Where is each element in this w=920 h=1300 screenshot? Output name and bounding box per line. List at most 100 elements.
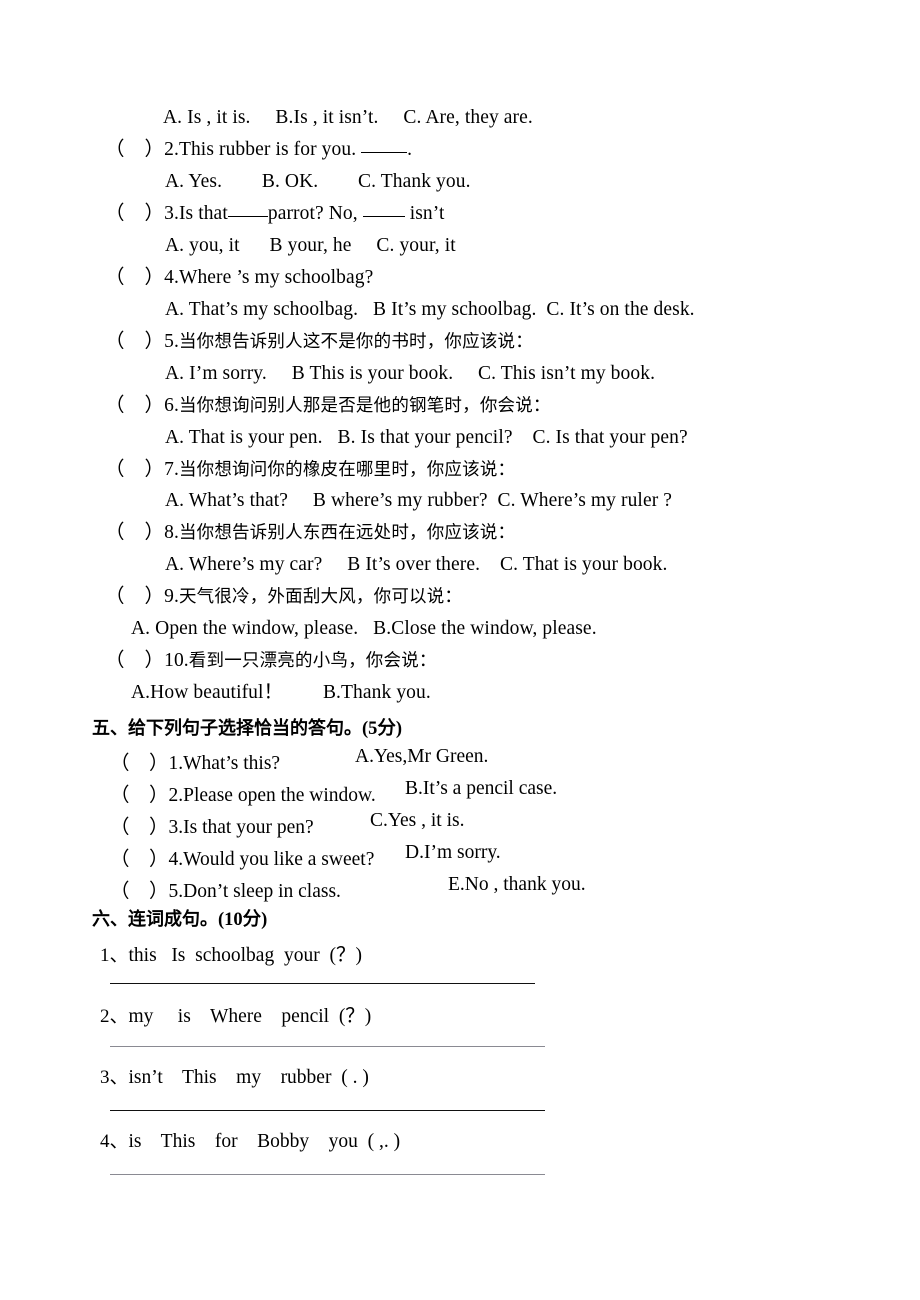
question-5-options: A. I’m sorry. B This is your book. C. Th… (165, 363, 656, 384)
question-6-stem: （ ）6.当你想询问别人那是否是他的钢笔时，你会说： (105, 395, 551, 417)
answer-blank[interactable] (361, 152, 408, 153)
answer-bracket[interactable]: （ ） (105, 651, 164, 671)
question-number: 2. (164, 139, 179, 160)
question-number: 4. (164, 267, 179, 288)
answer-blank[interactable] (227, 216, 268, 217)
question-8-stem: （ ）8.当你想告诉别人东西在远处时，你应该说： (105, 522, 516, 544)
question-6-options: A. That is your pen. B. Is that your pen… (165, 427, 688, 448)
question-8-options: A. Where’s my car? B It’s over there. C.… (165, 554, 668, 575)
question-text-b: parrot? No, (267, 203, 363, 224)
question-number: 6. (164, 395, 179, 416)
match-row-2-answer: B.It’s a pencil case. (405, 778, 558, 799)
question-4-stem: （ ）4.Where ’s my schoolbag? (105, 268, 373, 288)
word-order-item-3: 3、isn’t This my rubber ( . ) (100, 1062, 369, 1089)
answer-bracket[interactable]: （ ） (110, 810, 169, 839)
word-order-item-1: 1、this Is schoolbag your (？) (100, 938, 362, 967)
answer-bracket[interactable]: （ ） (110, 778, 169, 807)
answer-bracket[interactable]: （ ） (110, 874, 169, 903)
question-number: 3. (164, 203, 179, 224)
match-row-5-answer: E.No , thank you. (448, 874, 586, 895)
question-2-options: A. Yes. B. OK. C. Thank you. (165, 171, 471, 192)
question-text: This rubber is for you. (178, 139, 362, 160)
item-number: 3、 (100, 1067, 129, 1088)
match-row-3-stem: （ ）3.Is that your pen? (110, 810, 314, 839)
match-row-5-stem: （ ）5.Don’t sleep in class. (110, 874, 341, 903)
question-text: Where ’s my schoolbag? (178, 267, 374, 288)
question-text-cn: 当你想询问你的橡皮在哪里时，你应该说： (178, 460, 516, 480)
question-number: 3. (168, 817, 184, 838)
question-2-stem: （ ）2.This rubber is for you. . (105, 140, 412, 160)
section-six-heading: 六、连词成句。(10分) (92, 905, 267, 931)
answer-line-3[interactable] (110, 1110, 545, 1111)
question-number: 4. (168, 849, 184, 870)
question-text: Please open the window. (183, 785, 376, 806)
question-number: 8. (164, 522, 179, 543)
question-5-stem: （ ）5.当你想告诉别人这不是你的书时，你应该说： (105, 331, 533, 353)
item-number: 4、 (100, 1131, 129, 1152)
answer-bracket[interactable]: （ ） (105, 332, 164, 352)
scrambled-words: is This for Bobby you ( ,. ) (128, 1131, 401, 1152)
match-row-4-answer: D.I’m sorry. (405, 842, 501, 863)
section-five-heading: 五、给下列句子选择恰当的答句。(5分) (92, 714, 402, 740)
question-1-options: A. Is , it is. B.Is , it isn’t. C. Are, … (163, 107, 533, 128)
answer-bracket[interactable]: （ ） (105, 460, 164, 480)
question-number: 9. (164, 586, 179, 607)
word-order-item-2: 2、my is Where pencil (？) (100, 999, 371, 1028)
section-six-heading-cn: 六、连词成句。 (92, 909, 218, 930)
question-10-stem: （ ）10.看到一只漂亮的小鸟，你会说： (105, 650, 437, 672)
question-3-stem: （ ）3.Is that parrot? No, isn’t (105, 204, 445, 224)
answer-line-1[interactable] (110, 983, 535, 984)
word-order-item-4: 4、is This for Bobby you ( ,. ) (100, 1126, 400, 1153)
section-six-score: (10分) (218, 910, 268, 930)
question-text-cn: 当你想告诉别人东西在远处时，你应该说： (178, 523, 516, 543)
section-five-heading-cn: 五、给下列句子选择恰当的答句。 (92, 718, 362, 739)
answer-line-4[interactable] (110, 1174, 545, 1175)
question-4-options: A. That’s my schoolbag. B It’s my school… (165, 299, 695, 320)
item-number: 1、 (100, 945, 129, 966)
question-number: 1. (168, 753, 184, 774)
question-text: Don’t sleep in class. (183, 881, 341, 902)
answer-bracket[interactable]: （ ） (105, 396, 164, 416)
match-row-3-answer: C.Yes , it is. (370, 810, 465, 831)
question-number: 5. (164, 331, 179, 352)
question-10-options: A.How beautiful！ B.Thank you. (131, 682, 431, 703)
answer-bracket[interactable]: （ ） (110, 746, 169, 775)
question-3-options: A. you, it B your, he C. your, it (165, 235, 456, 256)
question-number: 7. (164, 459, 179, 480)
answer-line-2[interactable] (110, 1046, 545, 1047)
match-row-1-answer: A.Yes,Mr Green. (355, 746, 489, 767)
scrambled-words: isn’t This my rubber ( . ) (128, 1067, 369, 1088)
item-number: 2、 (100, 1006, 129, 1027)
question-9-stem: （ ）9.天气很冷，外面刮大风，你可以说： (105, 586, 463, 608)
answer-bracket[interactable]: （ ） (105, 140, 164, 160)
scrambled-words: this Is schoolbag your (？) (128, 945, 362, 966)
answer-bracket[interactable]: （ ） (105, 268, 164, 288)
question-7-options: A. What’s that? B where’s my rubber? C. … (165, 490, 673, 511)
section-five-score: (5分) (362, 719, 403, 739)
question-number: 2. (168, 785, 184, 806)
answer-blank[interactable] (362, 216, 405, 217)
question-9-options: A. Open the window, please. B.Close the … (131, 618, 597, 639)
question-text: What’s this? (183, 753, 281, 774)
question-text: Would you like a sweet? (183, 849, 375, 870)
answer-bracket[interactable]: （ ） (105, 204, 164, 224)
question-text-cn: 当你想告诉别人这不是你的书时，你应该说： (178, 332, 533, 352)
question-text-a: Is that (178, 203, 228, 224)
question-text-tail: . (407, 139, 413, 160)
scrambled-words: my is Where pencil (？) (128, 1006, 372, 1027)
match-row-4-stem: （ ）4.Would you like a sweet? (110, 842, 374, 871)
answer-bracket[interactable]: （ ） (105, 523, 164, 543)
question-text-cn: 天气很冷，外面刮大风，你可以说： (178, 587, 463, 607)
question-text-cn: 看到一只漂亮的小鸟，你会说： (188, 651, 437, 671)
match-row-1-stem: （ ）1.What’s this? (110, 746, 280, 775)
question-number: 5. (168, 881, 184, 902)
answer-bracket[interactable]: （ ） (105, 587, 164, 607)
match-row-2-stem: （ ）2.Please open the window. (110, 778, 376, 807)
question-text-c: isn’t (404, 203, 445, 224)
worksheet-page: A. Is , it is. B.Is , it isn’t. C. Are, … (0, 0, 920, 1300)
question-text-cn: 当你想询问别人那是否是他的钢笔时，你会说： (178, 396, 551, 416)
question-text: Is that your pen? (183, 817, 314, 838)
question-7-stem: （ ）7.当你想询问你的橡皮在哪里时，你应该说： (105, 459, 516, 481)
question-number: 10. (164, 650, 189, 671)
answer-bracket[interactable]: （ ） (110, 842, 169, 871)
